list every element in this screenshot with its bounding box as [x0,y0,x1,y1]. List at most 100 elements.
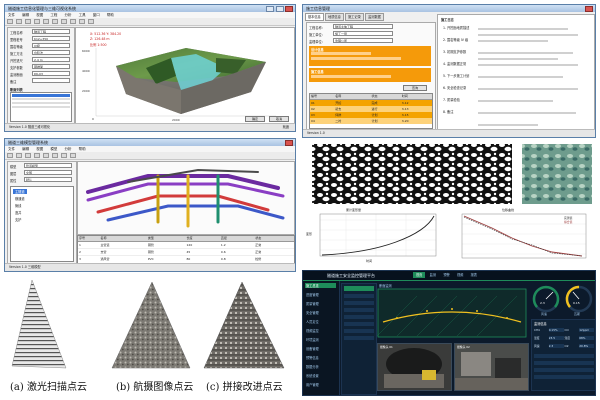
sidebar-item[interactable]: 进度管理 [306,292,319,297]
menu-analysis[interactable]: 分析 [65,147,72,151]
column-header[interactable]: 编号 [310,94,335,99]
toolbar-button[interactable] [52,153,58,158]
sidebar-item[interactable]: 系统设置 [306,373,319,378]
list-item[interactable] [344,336,374,340]
toolbar-button[interactable] [34,153,40,158]
toolbar-button[interactable] [16,19,22,24]
toolbar-button[interactable] [25,153,31,158]
menu-edit[interactable]: 编辑 [22,13,29,17]
column-header[interactable]: 类型 [148,236,187,241]
sidebar-item[interactable]: 环境监测 [306,337,319,342]
toolbar-button[interactable] [79,19,85,24]
section-list[interactable] [10,92,72,122]
toolbar-button[interactable] [43,19,49,24]
toolbar-button[interactable] [16,153,22,158]
monitor-point[interactable] [506,317,508,319]
sidebar-item[interactable]: 数据分析 [306,364,319,369]
toolbar-button[interactable] [52,19,58,24]
column-header[interactable]: 序号 [78,236,101,241]
terrain-3d-viewport[interactable]: X: 512.36 Y: 384.20 Z: 126.48 m 比例 1:500 [75,27,295,125]
monitor-point[interactable] [426,310,428,312]
cancel-button[interactable]: 取消 [269,116,289,122]
column-header[interactable]: 状态 [371,94,401,99]
tab-monitoring[interactable]: 监测数据 [365,13,384,21]
tab-records[interactable]: 施工记录 [345,13,364,21]
tab-alarm[interactable]: 预警 [440,272,452,278]
sidebar-item[interactable]: 预警信息 [306,355,319,360]
layer-select[interactable]: 全部 [24,170,72,175]
contractor-field[interactable]: 施工一局 [333,31,393,36]
support-field[interactable]: 钢拱架 [32,64,70,69]
tree-item[interactable]: 竖井 [15,210,21,215]
menu-view[interactable]: 视图 [36,147,43,151]
column-header[interactable]: 名称 [335,94,371,99]
sidebar-item[interactable]: 视频监控 [306,328,319,333]
table-row[interactable]: 3 通风管 PVC 80 0.8 检修 [78,256,294,262]
list-item[interactable] [12,98,70,100]
list-item[interactable] [344,315,374,319]
tab-monitor[interactable]: 监测 [427,272,439,278]
project-field[interactable]: 隧道主体工程 [333,24,393,29]
tree-item[interactable]: 支护 [15,217,21,222]
tree-item[interactable]: 管线 [15,203,21,208]
sidebar-item[interactable]: 施工总览 [305,283,336,288]
section-field[interactable]: DK-03 [32,71,70,76]
sidebar-item[interactable]: 安全管理 [306,310,319,315]
list-item[interactable] [344,294,374,298]
menu-window[interactable]: 窗口 [93,13,100,17]
tab-basic[interactable]: 基本信息 [305,13,324,21]
menu-project[interactable]: 工程 [50,13,57,17]
chainage-field[interactable]: K12+350 [32,36,70,41]
tab-geology[interactable]: 地质信息 [325,13,344,21]
monitor-point[interactable] [476,310,478,312]
tab-video[interactable]: 视频 [454,272,466,278]
toolbar-button[interactable] [88,19,94,24]
list-item-selected[interactable] [12,94,70,97]
sidebar-item[interactable]: 人员定位 [306,319,319,324]
menu-help[interactable]: 帮助 [79,147,86,151]
sidebar-item[interactable]: 设备管理 [306,346,319,351]
toolbar-button[interactable] [7,153,13,158]
column-header[interactable]: 名称 [101,236,148,241]
toolbar-button[interactable] [70,19,76,24]
video-feed[interactable]: 摄像头 01 [377,343,452,391]
close-icon[interactable] [585,6,593,12]
table-row[interactable]: 2 支管 钢管 45 0.6 正常 [78,249,294,256]
video-feed[interactable]: 摄像头 02 [454,343,529,391]
list-item[interactable] [12,102,70,104]
menu-file[interactable]: 文件 [8,147,15,151]
menu-view[interactable]: 视图 [36,13,43,17]
notes-field[interactable] [32,78,70,83]
menu-edit[interactable]: 编辑 [22,147,29,151]
toolbar-button[interactable] [7,19,13,24]
monitor-point[interactable] [451,308,453,310]
list-item[interactable] [344,322,374,326]
tree-item[interactable]: 横通道 [15,196,25,201]
menu-analysis[interactable]: 分析 [65,13,72,17]
tab-report[interactable]: 报表 [468,272,480,278]
monitor-point[interactable] [396,317,398,319]
column-header[interactable]: 直径 [221,236,255,241]
column-header[interactable]: 状态 [255,236,294,241]
attribute-select[interactable]: 默认 [24,177,72,182]
table-row[interactable]: 04 二衬 计划 3-20 [310,118,432,124]
advance-field[interactable]: 2.4 m [32,57,70,62]
menu-help[interactable]: 帮助 [107,13,114,17]
pipe-3d-viewport[interactable] [77,161,295,235]
menu-tools[interactable]: 工具 [79,13,86,17]
menu-model[interactable]: 模型 [50,147,57,151]
toolbar-button[interactable] [25,19,31,24]
toolbar-button[interactable] [43,153,49,158]
toolbar-button[interactable] [61,153,67,158]
table-row[interactable]: 1 主管道 钢管 120 1.2 正常 [78,242,294,249]
list-item[interactable] [344,308,374,312]
toolbar-button[interactable] [61,19,67,24]
project-field[interactable]: 隧道工程 [32,29,70,34]
sidebar-item[interactable]: 质量管理 [306,301,319,306]
rock-grade-field[interactable]: IV级 [32,43,70,48]
column-header[interactable]: 长度 [187,236,221,241]
supervisor-field[interactable]: 监理公司 [333,38,393,43]
list-item-selected[interactable] [344,286,374,291]
model-select[interactable]: 管道模型 [24,163,72,168]
column-header[interactable]: 时间 [402,94,432,99]
